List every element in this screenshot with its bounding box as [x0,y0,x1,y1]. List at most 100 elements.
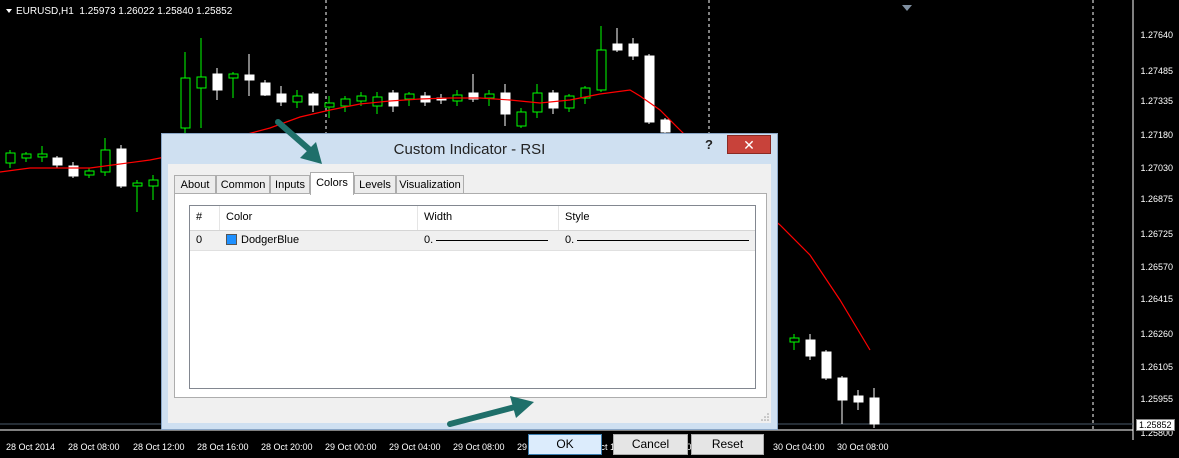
time-axis-label: 29 Oct 00:00 [325,442,377,452]
symbol-label: EURUSD,H1 [16,6,74,17]
candle-body [516,111,527,127]
price-axis-label: 1.27030 [1140,163,1173,173]
candle-body [37,153,48,158]
tab-visualization[interactable]: Visualization [396,175,464,194]
style-cell[interactable]: 0. [559,231,755,250]
chart-symbol-header: EURUSD,H1 1.25973 1.26022 1.25840 1.2585… [6,6,232,17]
time-axis-label: 28 Oct 20:00 [261,442,313,452]
close-button[interactable]: ✕ [727,135,771,154]
time-axis-label: 28 Oct 08:00 [68,442,120,452]
dialog-titlebar[interactable]: Custom Indicator - RSI ? ✕ [162,134,777,164]
reset-button[interactable]: Reset [691,434,764,455]
candle-body [340,98,351,107]
color-cell[interactable]: DodgerBlue [220,231,418,250]
time-axis-label: 29 Oct 08:00 [453,442,505,452]
candle-body [100,149,111,173]
price-axis-label: 1.26875 [1140,194,1173,204]
candle-body [308,93,319,106]
resize-grip-icon[interactable] [761,413,769,421]
candle-body [116,148,127,187]
price-axis-label: 1.26260 [1140,329,1173,339]
candle-body [805,339,816,357]
price-axis-label: 1.25955 [1140,394,1173,404]
candle-body [789,337,800,343]
candle-body [388,92,399,107]
candle-body [853,395,864,403]
candle-body [660,119,671,133]
custom-indicator-dialog: Custom Indicator - RSI ? ✕ About Common … [161,133,778,455]
time-axis-label: 28 Oct 2014 [6,442,56,452]
width-value: 0. [424,234,434,246]
table-header: # Color Width Style [190,206,755,231]
close-icon: ✕ [743,137,755,153]
time-axis-label: 29 Oct 04:00 [389,442,441,452]
cancel-button[interactable]: Cancel [613,434,688,455]
column-header-style[interactable]: Style [559,206,755,230]
tab-colors[interactable]: Colors [310,172,354,195]
style-line-sample [577,240,749,241]
column-header-index[interactable]: # [190,206,220,230]
candle-body [596,49,607,91]
width-cell[interactable]: 0. [418,231,559,250]
candle-body [612,43,623,51]
style-value: 0. [565,234,575,246]
ohlc-label: 1.25973 1.26022 1.25840 1.25852 [79,6,233,17]
width-line-sample [436,240,548,241]
candle-body [260,82,271,96]
candle-body [628,43,639,57]
price-axis-label: 1.26415 [1140,294,1173,304]
candle-body [21,153,32,159]
candle-body [132,182,143,187]
dialog-title: Custom Indicator - RSI [393,141,546,158]
row-index: 0 [196,234,203,246]
current-price-badge: 1.25852 [1136,419,1175,431]
help-button[interactable]: ? [699,137,719,155]
candle-body [196,76,207,89]
candle-body [276,93,287,103]
candle-body [484,93,495,99]
candle-body [564,95,575,109]
candle-body [292,95,303,103]
candle-body [837,377,848,401]
tab-inputs[interactable]: Inputs [270,175,310,194]
tab-about[interactable]: About [174,175,216,194]
price-axis-label: 1.26105 [1140,362,1173,372]
time-axis-label: 30 Oct 08:00 [837,442,889,452]
candle-body [84,170,95,176]
ok-button[interactable]: OK [528,434,602,455]
candle-body [404,93,415,100]
candle-body [148,179,159,187]
price-axis-label: 1.27485 [1140,66,1173,76]
price-axis-label: 1.27335 [1140,96,1173,106]
candle-body [212,73,223,91]
price-axis-label: 1.26725 [1140,229,1173,239]
price-axis-label: 1.27180 [1140,130,1173,140]
candle-body [548,92,559,109]
candle-body [644,55,655,123]
candle-body [244,74,255,81]
candle-body [52,157,63,166]
price-axis-label: 1.27640 [1140,30,1173,40]
dialog-client-area: About Common Inputs Colors Levels Visual… [168,164,771,455]
candle-body [5,152,16,164]
price-axis-label: 1.26570 [1140,262,1173,272]
colors-tab-panel: # Color Width Style 0 DodgerBlue 0. 0. [174,193,767,398]
color-name: DodgerBlue [241,234,300,246]
candle-body [228,73,239,79]
colors-table: # Color Width Style 0 DodgerBlue 0. 0. [189,205,756,389]
column-header-color[interactable]: Color [220,206,418,230]
time-axis-label: 28 Oct 16:00 [197,442,249,452]
time-axis-label: 30 Oct 04:00 [773,442,825,452]
candle-body [869,397,880,425]
tab-levels[interactable]: Levels [354,175,396,194]
candle-body [180,77,191,129]
chevron-down-icon[interactable] [6,9,12,14]
table-row[interactable]: 0 DodgerBlue 0. 0. [190,231,755,251]
color-swatch [226,234,237,245]
tab-common[interactable]: Common [216,175,270,194]
candle-body [356,95,367,102]
candle-body [821,351,832,379]
column-header-width[interactable]: Width [418,206,559,230]
candle-body [324,102,335,108]
time-axis-label: 28 Oct 12:00 [133,442,185,452]
